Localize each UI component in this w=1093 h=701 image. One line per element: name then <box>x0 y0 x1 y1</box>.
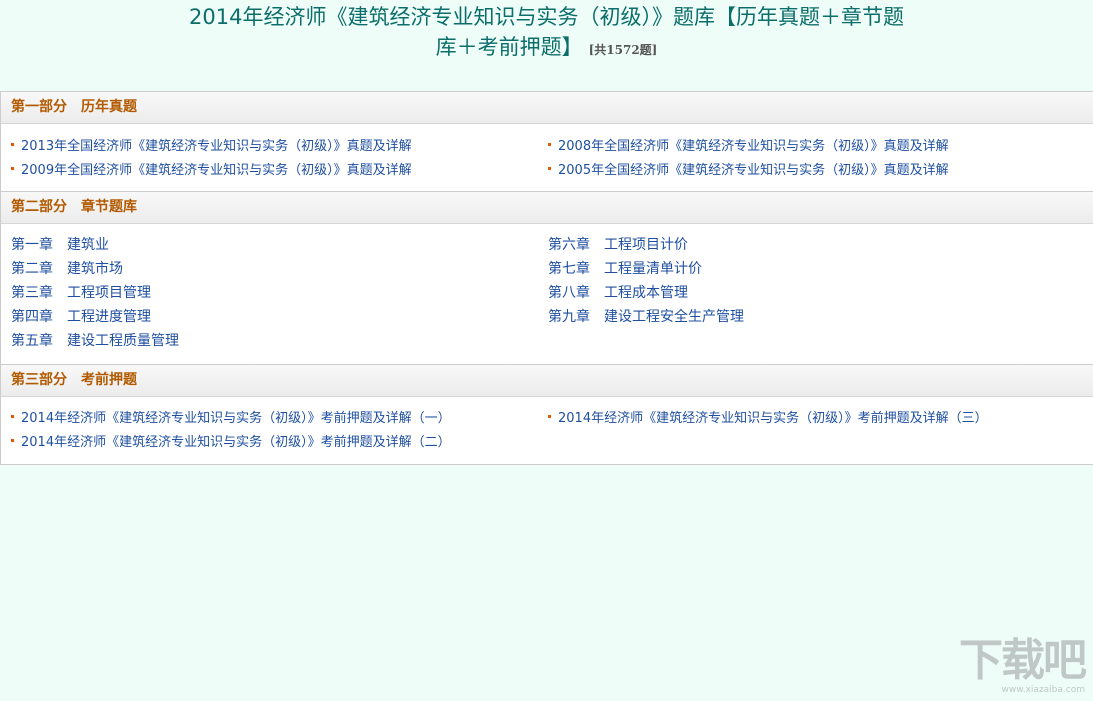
page-title-line1: 2014年经济师《建筑经济专业知识与实务（初级）》题库【历年真题＋章节题 <box>189 5 904 29</box>
chapter-link-1[interactable]: 第一章 建筑业 <box>11 233 548 257</box>
watermark-logo-text: 下载吧 <box>959 635 1087 686</box>
list-item-past-exam-2009[interactable]: 2009年全国经济师《建筑经济专业知识与实务（初级）》真题及详解 <box>11 159 548 183</box>
chapter-number[interactable]: 第九章 <box>548 309 590 325</box>
bullet-icon <box>548 143 551 146</box>
bullet-icon <box>11 415 14 418</box>
link-text[interactable]: 2005年全国经济师《建筑经济专业知识与实务（初级）》真题及详解 <box>558 163 949 178</box>
chapter-link-2[interactable]: 第二章 建筑市场 <box>11 257 548 281</box>
list-item-mock-exam-3[interactable]: 2014年经济师《建筑经济专业知识与实务（初级）》考前押题及详解（三） <box>548 407 1085 431</box>
question-count: [共1572题] <box>588 43 658 57</box>
section-body-chapter-bank: 第一章 建筑业 第六章 工程项目计价 第二章 建筑市场 第七章 工程量清单计价 第三章工… <box>1 224 1093 365</box>
chapter-link-7[interactable]: 第七章 工程量清单计价 <box>548 257 1085 281</box>
chapter-link-5[interactable]: 第五章 建设工程质量管理 <box>11 329 548 353</box>
section-body-past-exams: 2013年全国经济师《建筑经济专业知识与实务（初级）》真题及详解 2008年全国… <box>1 124 1093 192</box>
list-item-past-exam-2013[interactable]: 2013年全国经济师《建筑经济专业知识与实务（初级）》真题及详解 <box>11 135 548 159</box>
bullet-icon <box>11 143 14 146</box>
watermark-url-text: www.xiazaiba.com <box>1001 685 1085 695</box>
link-text[interactable]: 2009年全国经济师《建筑经济专业知识与实务（初级）》真题及详解 <box>21 163 412 178</box>
question-bank-panel: 第一部分 历年真题 2013年全国经济师《建筑经济专业知识与实务（初级）》真题及详… <box>0 91 1093 465</box>
chapter-number[interactable]: 第五章 <box>11 333 53 349</box>
chapter-title[interactable]: 建设工程安全生产管理 <box>604 309 744 325</box>
list-item-mock-exam-2[interactable]: 2014年经济师《建筑经济专业知识与实务（初级）》考前押题及详解（二） <box>11 431 548 455</box>
section-header-past-exams: 第一部分 历年真题 <box>1 92 1093 124</box>
list-item-mock-exam-1[interactable]: 2014年经济师《建筑经济专业知识与实务（初级）》考前押题及详解（一） <box>11 407 548 431</box>
section-body-mock-exams: 2014年经济师《建筑经济专业知识与实务（初级）》考前押题及详解（一） 2014… <box>1 397 1093 464</box>
chapter-number[interactable]: 第一章 <box>11 237 53 253</box>
section-header-mock-exams: 第三部分 考前押题 <box>1 365 1093 397</box>
bullet-icon <box>548 167 551 170</box>
section-name-label: 历年真题 <box>81 99 137 115</box>
chapter-number[interactable]: 第六章 <box>548 237 590 253</box>
chapter-title[interactable]: 工程量清单计价 <box>604 261 702 277</box>
page-title: 2014年经济师《建筑经济专业知识与实务（初级）》题库【历年真题＋章节题 库＋考… <box>0 0 1093 82</box>
bullet-icon <box>11 439 14 442</box>
chapter-number[interactable]: 第四章 <box>11 309 53 325</box>
chapter-title[interactable]: 工程项目计价 <box>604 237 688 253</box>
list-item-past-exam-2008[interactable]: 2008年全国经济师《建筑经济专业知识与实务（初级）》真题及详解 <box>548 135 1085 159</box>
link-text[interactable]: 2014年经济师《建筑经济专业知识与实务（初级）》考前押题及详解（三） <box>558 411 988 426</box>
chapter-number[interactable]: 第七章 <box>548 261 590 277</box>
section-name-label: 考前押题 <box>81 372 137 388</box>
section-name-label: 章节题库 <box>81 199 137 215</box>
section-header-chapter-bank: 第二部分 章节题库 <box>1 192 1093 224</box>
section-part-label: 第一部分 <box>11 99 67 115</box>
bullet-icon <box>11 167 14 170</box>
chapter-number[interactable]: 第三章 <box>11 285 53 301</box>
chapter-link-4[interactable]: 第四章 工程进度管理 <box>11 305 548 329</box>
page-title-line2-text: 库＋考前押题】 <box>435 35 583 59</box>
chapter-title[interactable]: 工程项目管理 <box>67 285 151 301</box>
chapter-link-9[interactable]: 第九章 建设工程安全生产管理 <box>548 305 1085 329</box>
list-item-past-exam-2005[interactable]: 2005年全国经济师《建筑经济专业知识与实务（初级）》真题及详解 <box>548 159 1085 183</box>
section-part-label: 第二部分 <box>11 199 67 215</box>
chapter-title[interactable]: 建筑市场 <box>67 261 123 277</box>
link-text[interactable]: 2008年全国经济师《建筑经济专业知识与实务（初级）》真题及详解 <box>558 139 949 154</box>
chapter-number[interactable]: 第二章 <box>11 261 53 277</box>
link-text[interactable]: 2013年全国经济师《建筑经济专业知识与实务（初级）》真题及详解 <box>21 139 412 154</box>
link-text[interactable]: 2014年经济师《建筑经济专业知识与实务（初级）》考前押题及详解（二） <box>21 435 451 450</box>
chapter-link-3[interactable]: 第三章 工程项目管理 <box>11 281 548 305</box>
chapter-title[interactable]: 工程进度管理 <box>67 309 151 325</box>
section-part-label: 第三部分 <box>11 372 67 388</box>
chapter-title[interactable]: 建筑业 <box>67 237 109 253</box>
site-watermark-logo: 下载吧 www.xiazaiba.com <box>955 635 1087 697</box>
page-title-line2: 库＋考前押题】 [共1572题] <box>0 32 1093 65</box>
chapter-title[interactable]: 建设工程质量管理 <box>67 333 179 349</box>
chapter-number[interactable]: 第八章 <box>548 285 590 301</box>
chapter-link-6[interactable]: 第六章 工程项目计价 <box>548 233 1085 257</box>
chapter-title[interactable]: 工程成本管理 <box>604 285 688 301</box>
link-text[interactable]: 2014年经济师《建筑经济专业知识与实务（初级）》考前押题及详解（一） <box>21 411 451 426</box>
bullet-icon <box>548 415 551 418</box>
chapter-link-8[interactable]: 第八章 工程成本管理 <box>548 281 1085 305</box>
